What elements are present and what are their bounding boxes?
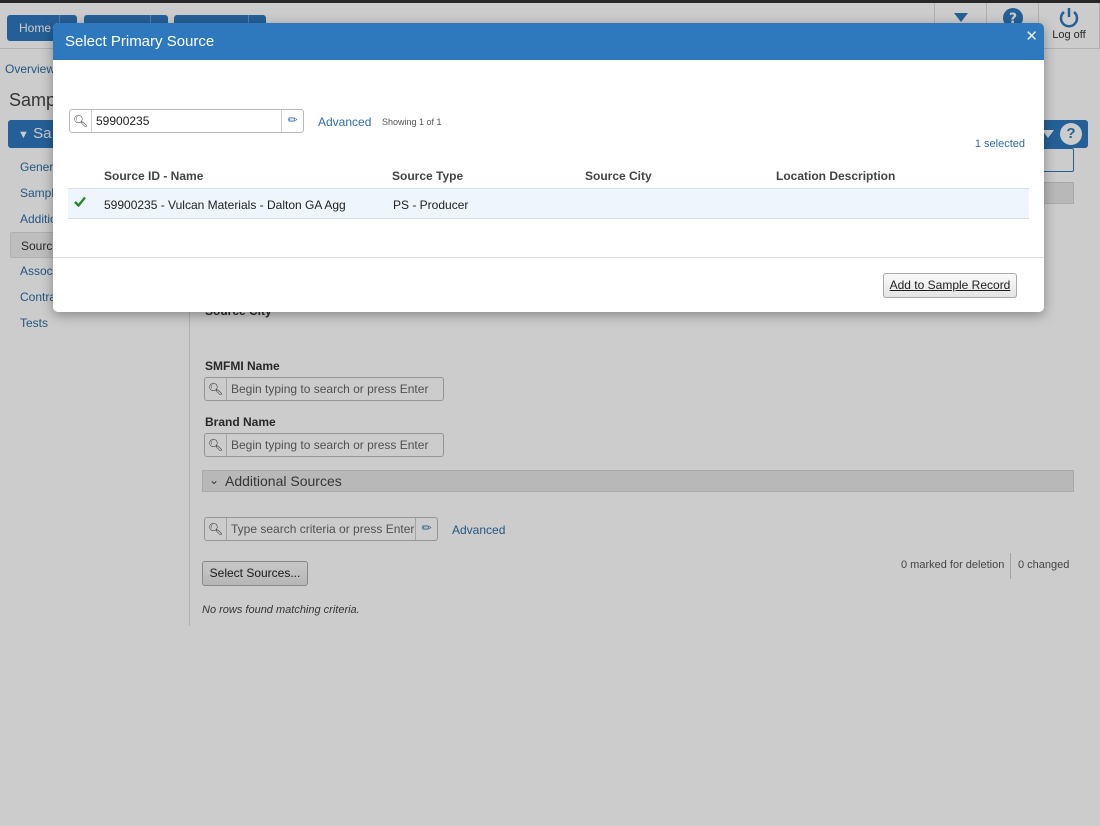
column-source-city[interactable]: Source City: [585, 169, 652, 183]
cell-source-type: PS - Producer: [393, 198, 469, 212]
column-location-description[interactable]: Location Description: [776, 169, 895, 183]
dialog-footer-divider: [53, 257, 1044, 258]
add-to-sample-record-button[interactable]: Add to Sample Record: [883, 273, 1017, 298]
dialog-header: Select Primary Source ✕: [53, 23, 1044, 60]
source-search-input[interactable]: 🔍︎ 59900235 ✏︎: [69, 109, 304, 133]
close-icon[interactable]: ✕: [1025, 27, 1038, 45]
advanced-search-link[interactable]: Advanced: [318, 115, 371, 129]
search-icon: 🔍︎: [70, 110, 92, 132]
cell-source-id-name: 59900235 - Vulcan Materials - Dalton GA …: [104, 198, 346, 212]
results-table-header: Source ID - Name Source Type Source City…: [68, 163, 1029, 189]
showing-count: Showing 1 of 1: [382, 117, 442, 127]
table-row[interactable]: 59900235 - Vulcan Materials - Dalton GA …: [68, 189, 1029, 219]
select-primary-source-dialog: Select Primary Source ✕ 🔍︎ 59900235 ✏︎ A…: [53, 23, 1044, 312]
selected-count[interactable]: 1 selected: [975, 138, 1025, 150]
column-source-id-name[interactable]: Source ID - Name: [104, 169, 203, 183]
checkmark-icon: [74, 196, 86, 210]
dialog-title: Select Primary Source: [65, 33, 215, 50]
column-source-type[interactable]: Source Type: [392, 169, 463, 183]
eraser-icon[interactable]: ✏︎: [281, 110, 303, 132]
source-search-value: 59900235: [96, 114, 150, 128]
